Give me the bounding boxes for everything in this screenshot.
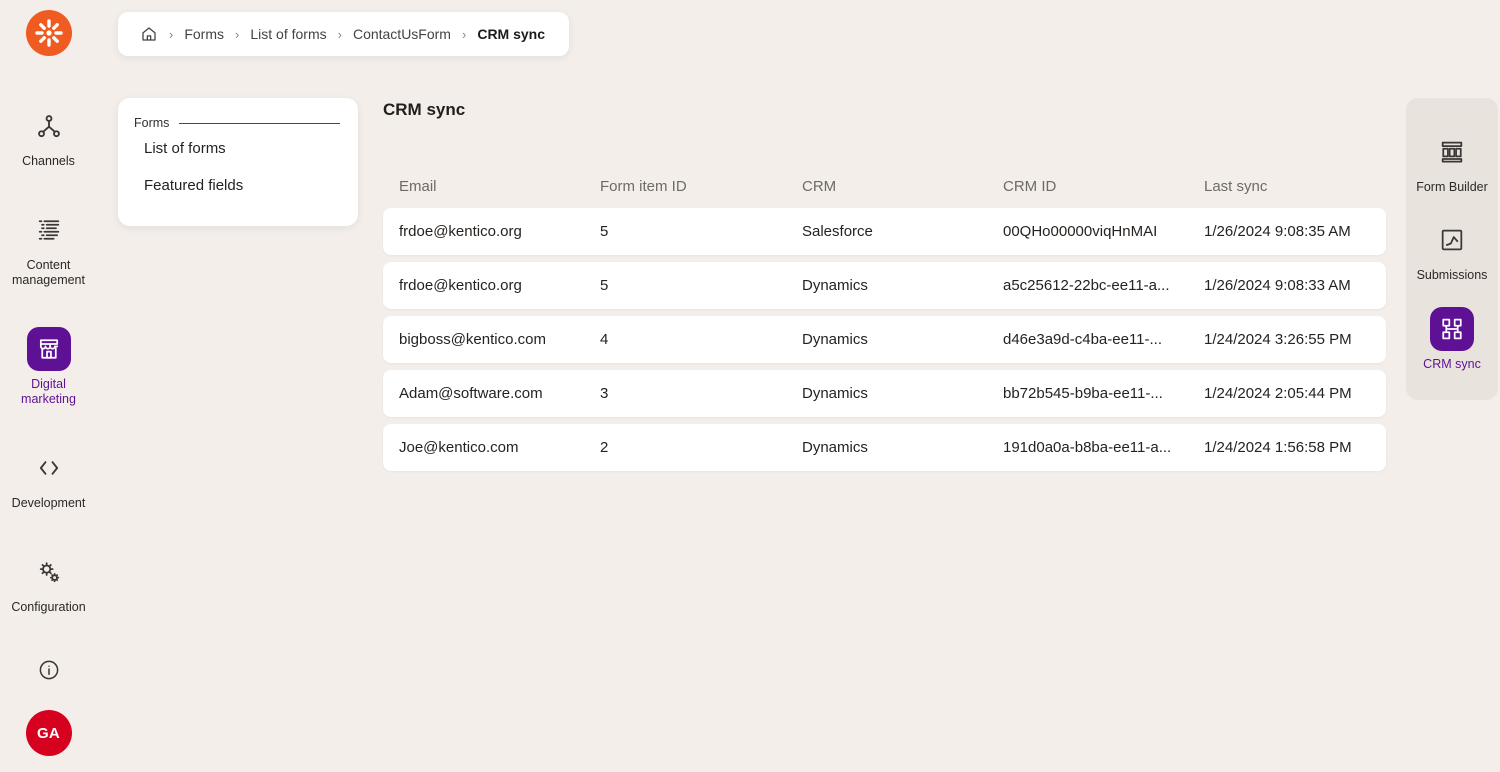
forms-panel: Forms List of forms Featured fields xyxy=(118,98,358,226)
table-cell-crm: Dynamics xyxy=(786,277,987,294)
table-cell-form-item-id: 5 xyxy=(584,223,786,240)
panel-item-featured-fields[interactable]: Featured fields xyxy=(134,167,340,204)
table-cell-form-item-id: 4 xyxy=(584,331,786,348)
panel-divider xyxy=(179,123,340,124)
table-row: bigboss@kentico.com 4 Dynamics d46e3a9d-… xyxy=(383,316,1386,363)
app-sidebar: Channels Content management Digital mark xyxy=(0,0,97,772)
rail-item-submissions[interactable]: Submissions xyxy=(1407,218,1497,282)
rail-item-label: Form Builder xyxy=(1416,180,1488,194)
column-header-form-item-id: Form item ID xyxy=(584,178,786,195)
sidebar-item-label: Content management xyxy=(3,258,95,287)
configuration-icon xyxy=(27,550,71,594)
table-row: frdoe@kentico.org 5 Dynamics a5c25612-22… xyxy=(383,262,1386,309)
table-cell-last-sync: 1/24/2024 1:56:58 PM xyxy=(1188,439,1386,456)
channels-icon xyxy=(27,104,71,148)
content-management-icon xyxy=(27,208,71,252)
table-row: Adam@software.com 3 Dynamics bb72b545-b9… xyxy=(383,370,1386,417)
kentico-logo[interactable] xyxy=(26,10,72,56)
column-header-last-sync: Last sync xyxy=(1188,178,1386,195)
table-cell-crm: Dynamics xyxy=(786,385,987,402)
panel-item-list-of-forms[interactable]: List of forms xyxy=(134,130,340,167)
page-title: CRM sync xyxy=(383,100,1386,120)
rail-item-label: CRM sync xyxy=(1423,357,1481,371)
table-row: frdoe@kentico.org 5 Salesforce 00QHo0000… xyxy=(383,208,1386,255)
column-header-crm-id: CRM ID xyxy=(987,178,1188,195)
sidebar-item-label: Development xyxy=(12,496,86,510)
table-header-row: Email Form item ID CRM CRM ID Last sync xyxy=(383,172,1386,200)
table-cell-crm-id: d46e3a9d-c4ba-ee11-... xyxy=(987,331,1188,348)
crm-sync-icon xyxy=(1430,307,1474,351)
table-cell-crm-id: bb72b545-b9ba-ee11-... xyxy=(987,385,1188,402)
table-cell-form-item-id: 5 xyxy=(584,277,786,294)
breadcrumb-forms[interactable]: Forms xyxy=(184,26,224,42)
table-cell-email: frdoe@kentico.org xyxy=(383,277,584,294)
rail-item-form-builder[interactable]: Form Builder xyxy=(1407,130,1497,194)
sidebar-item-label: Digital marketing xyxy=(3,377,95,406)
table-cell-crm: Dynamics xyxy=(786,331,987,348)
breadcrumb-separator: › xyxy=(169,27,173,42)
rail-item-label: Submissions xyxy=(1417,268,1488,282)
home-icon[interactable] xyxy=(140,25,158,43)
sidebar-bottom: GA xyxy=(26,658,72,756)
sidebar-item-label: Channels xyxy=(22,154,75,168)
breadcrumb-separator: › xyxy=(235,27,239,42)
table-cell-email: frdoe@kentico.org xyxy=(383,223,584,240)
sidebar-item-development[interactable]: Development xyxy=(3,446,95,510)
table-cell-email: Adam@software.com xyxy=(383,385,584,402)
table-cell-crm: Salesforce xyxy=(786,223,987,240)
table-body: frdoe@kentico.org 5 Salesforce 00QHo0000… xyxy=(383,208,1386,471)
sidebar-item-channels[interactable]: Channels xyxy=(3,104,95,168)
breadcrumb-contactusform[interactable]: ContactUsForm xyxy=(353,26,451,42)
main-content: CRM sync Email Form item ID CRM CRM ID L… xyxy=(383,100,1386,478)
table-cell-crm-id: 191d0a0a-b8ba-ee11-a... xyxy=(987,439,1188,456)
breadcrumb: › Forms › List of forms › ContactUsForm … xyxy=(118,12,569,56)
breadcrumb-crm-sync: CRM sync xyxy=(477,26,545,42)
breadcrumb-separator: › xyxy=(338,27,342,42)
development-icon xyxy=(27,446,71,490)
form-builder-icon xyxy=(1430,130,1474,174)
column-header-email: Email xyxy=(383,178,584,195)
table-cell-email: Joe@kentico.com xyxy=(383,439,584,456)
breadcrumb-separator: › xyxy=(462,27,466,42)
table-cell-last-sync: 1/26/2024 9:08:35 AM xyxy=(1188,223,1386,240)
forms-panel-title: Forms xyxy=(134,116,169,130)
submissions-icon xyxy=(1430,218,1474,262)
column-header-crm: CRM xyxy=(786,178,987,195)
digital-marketing-icon xyxy=(27,327,71,371)
table-row: Joe@kentico.com 2 Dynamics 191d0a0a-b8ba… xyxy=(383,424,1386,471)
table-cell-last-sync: 1/24/2024 2:05:44 PM xyxy=(1188,385,1386,402)
sidebar-item-label: Configuration xyxy=(11,600,85,614)
table-cell-last-sync: 1/26/2024 9:08:33 AM xyxy=(1188,277,1386,294)
breadcrumb-list-of-forms[interactable]: List of forms xyxy=(250,26,326,42)
table-cell-crm-id: a5c25612-22bc-ee11-a... xyxy=(987,277,1188,294)
table-cell-email: bigboss@kentico.com xyxy=(383,331,584,348)
sidebar-item-content-management[interactable]: Content management xyxy=(3,208,95,287)
table-cell-last-sync: 1/24/2024 3:26:55 PM xyxy=(1188,331,1386,348)
form-tools-rail: Form Builder Submissions CRM sy xyxy=(1406,98,1498,400)
table-cell-crm: Dynamics xyxy=(786,439,987,456)
rail-item-crm-sync[interactable]: CRM sync xyxy=(1407,307,1497,371)
sidebar-item-digital-marketing[interactable]: Digital marketing xyxy=(3,327,95,406)
table-cell-form-item-id: 3 xyxy=(584,385,786,402)
user-avatar[interactable]: GA xyxy=(26,710,72,756)
info-icon[interactable] xyxy=(37,658,61,682)
table-cell-crm-id: 00QHo00000viqHnMAI xyxy=(987,223,1188,240)
sidebar-item-configuration[interactable]: Configuration xyxy=(3,550,95,614)
table-cell-form-item-id: 2 xyxy=(584,439,786,456)
